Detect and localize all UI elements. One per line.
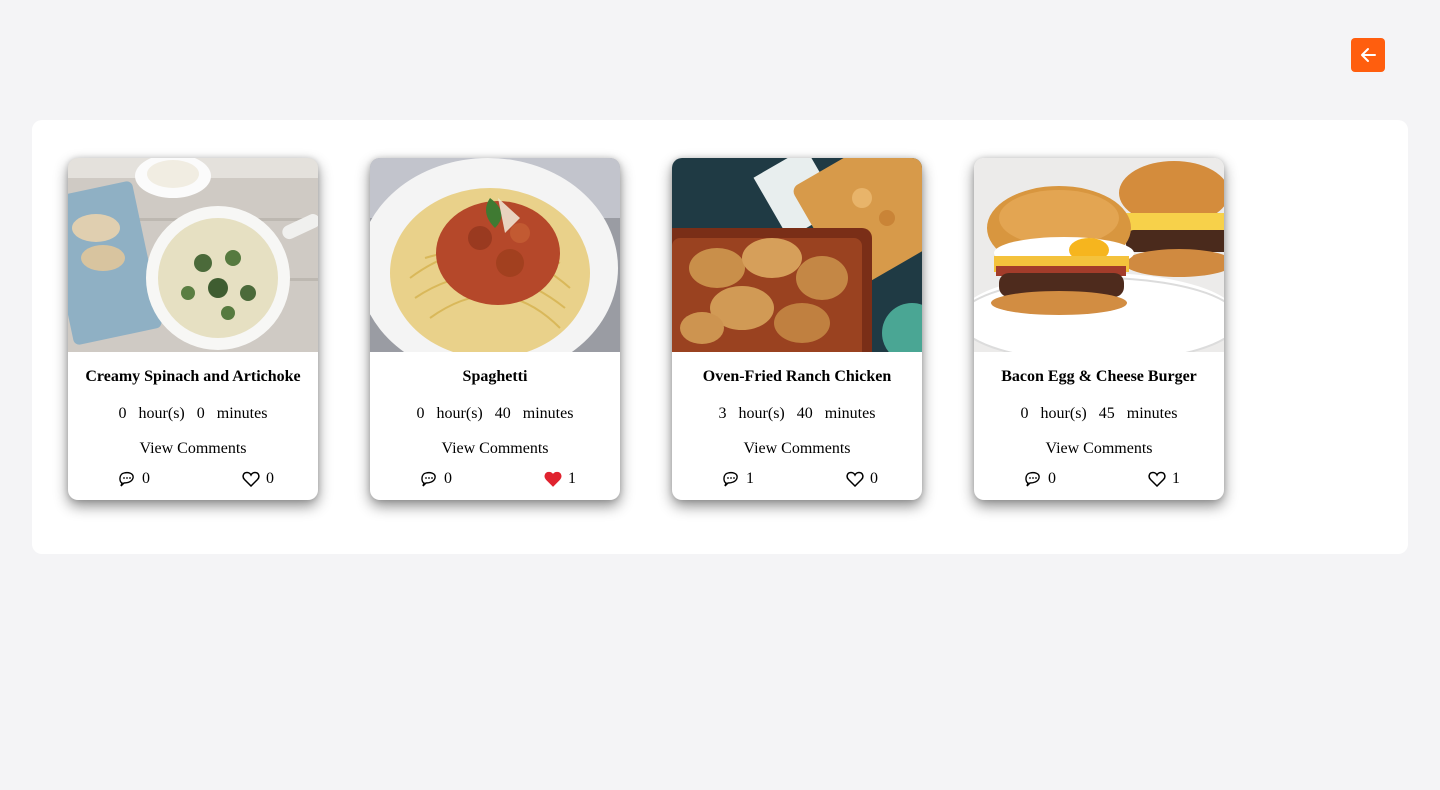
view-comments-link[interactable]: View Comments: [139, 440, 246, 458]
arrow-left-icon: [1361, 48, 1376, 62]
comment-count-button[interactable]: 0: [118, 470, 150, 488]
recipe-cook-time: 0 hour(s) 45 minutes: [1020, 405, 1178, 422]
like-button[interactable]: 1: [1148, 470, 1180, 488]
recipe-image[interactable]: [68, 158, 318, 352]
recipe-card[interactable]: Oven-Fried Ranch Chicken 3 hour(s) 40 mi…: [672, 158, 922, 500]
view-comments-link[interactable]: View Comments: [743, 440, 850, 458]
comment-count-button[interactable]: 1: [722, 470, 754, 488]
recipe-title: Oven-Fried Ranch Chicken: [702, 368, 892, 385]
comment-icon: [119, 471, 134, 486]
recipe-stats: 0 0: [68, 470, 318, 488]
recipes-panel: Creamy Spinach and Artichoke 0 hour(s) 0…: [32, 120, 1408, 554]
heart-filled-icon: [544, 471, 562, 487]
comment-icon: [421, 471, 436, 486]
comment-icon: [723, 471, 738, 486]
recipe-image[interactable]: [370, 158, 620, 352]
view-comments-link[interactable]: View Comments: [1045, 440, 1152, 458]
comment-count-button[interactable]: 0: [1024, 470, 1056, 488]
recipe-cook-time: 0 hour(s) 40 minutes: [416, 405, 574, 422]
like-button[interactable]: 0: [242, 470, 274, 488]
heart-outline-icon: [242, 471, 260, 487]
recipe-title: Creamy Spinach and Artichoke: [85, 368, 301, 385]
recipe-card[interactable]: Bacon Egg & Cheese Burger 0 hour(s) 45 m…: [974, 158, 1224, 500]
recipe-image[interactable]: [974, 158, 1224, 352]
recipe-card[interactable]: Spaghetti 0 hour(s) 40 minutes View Comm…: [370, 158, 620, 500]
like-button[interactable]: 0: [846, 470, 878, 488]
recipe-title: Bacon Egg & Cheese Burger: [1001, 368, 1197, 385]
heart-outline-icon: [846, 471, 864, 487]
like-button[interactable]: 1: [544, 470, 576, 488]
recipe-card-list: Creamy Spinach and Artichoke 0 hour(s) 0…: [68, 158, 1224, 500]
recipe-title: Spaghetti: [462, 368, 528, 385]
recipe-card[interactable]: Creamy Spinach and Artichoke 0 hour(s) 0…: [68, 158, 318, 500]
comment-icon: [1025, 471, 1040, 486]
recipe-cook-time: 3 hour(s) 40 minutes: [718, 405, 876, 422]
comment-count-button[interactable]: 0: [420, 470, 452, 488]
recipe-stats: 0 1: [974, 470, 1224, 488]
view-comments-link[interactable]: View Comments: [441, 440, 548, 458]
recipe-stats: 0 1: [370, 470, 620, 488]
heart-outline-icon: [1148, 471, 1166, 487]
back-button[interactable]: [1351, 38, 1385, 72]
recipe-image[interactable]: [672, 158, 922, 352]
recipe-stats: 1 0: [672, 470, 922, 488]
recipe-cook-time: 0 hour(s) 0 minutes: [118, 405, 268, 422]
